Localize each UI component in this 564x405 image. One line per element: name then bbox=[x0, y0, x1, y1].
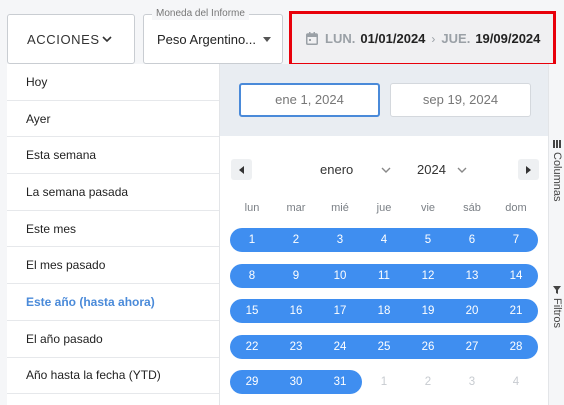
chevron-down-icon bbox=[102, 36, 112, 43]
calendar-day[interactable]: 7 bbox=[494, 228, 538, 252]
calendar-day[interactable]: 16 bbox=[274, 299, 318, 323]
range-end-dow: JUE. bbox=[441, 31, 471, 46]
range-start-date: 01/01/2024 bbox=[360, 31, 426, 46]
calendar-day[interactable]: 19 bbox=[406, 299, 450, 323]
caret-right-icon bbox=[526, 165, 531, 174]
calendar-day[interactable]: 27 bbox=[450, 335, 494, 359]
weekday-label: lun bbox=[244, 202, 260, 214]
actions-label: ACCIONES bbox=[27, 31, 100, 47]
calendar-panel: ene 1, 2024 sep 19, 2024 enero 2024 lun m… bbox=[220, 64, 548, 405]
calendar-day[interactable]: 29 bbox=[230, 370, 274, 394]
caret-down-icon bbox=[263, 37, 271, 42]
calendar-day[interactable]: 28 bbox=[494, 335, 538, 359]
range-separator-icon: › bbox=[431, 31, 436, 46]
chevron-down-icon bbox=[381, 167, 391, 173]
range-end-date: 19/09/2024 bbox=[475, 31, 541, 46]
calendar-day[interactable]: 6 bbox=[450, 228, 494, 252]
calendar-day[interactable]: 9 bbox=[274, 264, 318, 288]
calendar-day[interactable]: 24 bbox=[318, 335, 362, 359]
date-inputs-area: ene 1, 2024 sep 19, 2024 bbox=[220, 64, 548, 136]
currency-label: Moneda del Informe bbox=[152, 8, 249, 20]
end-date-input[interactable]: sep 19, 2024 bbox=[390, 83, 531, 117]
preset-item[interactable]: El año pasado bbox=[7, 321, 219, 358]
calendar-day[interactable]: 26 bbox=[406, 335, 450, 359]
preset-item[interactable]: Ayer bbox=[7, 101, 219, 138]
filter-icon bbox=[553, 286, 561, 294]
calendar-day[interactable]: 8 bbox=[230, 264, 274, 288]
year-value: 2024 bbox=[417, 162, 446, 177]
date-range-button[interactable]: LUN. 01/01/2024 › JUE. 19/09/2024 bbox=[289, 11, 556, 66]
calendar-day[interactable]: 25 bbox=[362, 335, 406, 359]
month-select[interactable]: enero bbox=[320, 162, 353, 177]
currency-select[interactable]: Moneda del Informe Peso Argentino... bbox=[143, 8, 283, 64]
calendar-day[interactable]: 2 bbox=[406, 370, 450, 394]
preset-item[interactable]: Hoy bbox=[7, 64, 219, 101]
calendar-day[interactable]: 5 bbox=[406, 228, 450, 252]
preset-item[interactable]: Este mes bbox=[7, 211, 219, 248]
weekday-label: dom bbox=[505, 202, 527, 214]
calendar-day[interactable]: 2 bbox=[274, 228, 318, 252]
range-start-dow: LUN. bbox=[325, 31, 356, 46]
calendar-day[interactable]: 18 bbox=[362, 299, 406, 323]
calendar-day[interactable]: 4 bbox=[494, 370, 538, 394]
calendar-day[interactable]: 10 bbox=[318, 264, 362, 288]
weekday-header: lun mar mié jue vie sáb dom bbox=[230, 202, 538, 216]
calendar-day[interactable]: 30 bbox=[274, 370, 318, 394]
weekday-label: vie bbox=[420, 202, 436, 214]
calendar-day[interactable]: 22 bbox=[230, 335, 274, 359]
calendar-day[interactable]: 1 bbox=[362, 370, 406, 394]
columns-tab[interactable]: Columnas bbox=[551, 152, 563, 202]
weekday-label: mié bbox=[331, 202, 349, 214]
calendar-day[interactable]: 13 bbox=[450, 264, 494, 288]
calendar-day[interactable]: 4 bbox=[362, 228, 406, 252]
calendar-day[interactable]: 21 bbox=[494, 299, 538, 323]
weekday-label: mar bbox=[286, 202, 306, 214]
calendar-day[interactable]: 1 bbox=[230, 228, 274, 252]
calendar-day[interactable]: 23 bbox=[274, 335, 318, 359]
actions-button[interactable]: ACCIONES bbox=[7, 14, 135, 64]
toolbar: ACCIONES Moneda del Informe Peso Argenti… bbox=[0, 0, 564, 68]
weekday-label: sáb bbox=[463, 202, 481, 214]
preset-item[interactable]: Esta semana bbox=[7, 137, 219, 175]
calendar-day[interactable]: 31 bbox=[318, 370, 362, 394]
preset-item[interactable]: La semana pasada bbox=[7, 174, 219, 211]
preset-item[interactable]: Este año (hasta ahora) bbox=[7, 284, 219, 321]
preset-item[interactable]: El mes pasado bbox=[7, 247, 219, 285]
prev-month-button[interactable] bbox=[231, 159, 252, 180]
calendar-day[interactable]: 11 bbox=[362, 264, 406, 288]
calendar-day[interactable]: 15 bbox=[230, 299, 274, 323]
start-date-input[interactable]: ene 1, 2024 bbox=[239, 83, 380, 117]
month-value: enero bbox=[320, 162, 354, 177]
weekday-label: jue bbox=[376, 202, 392, 214]
calendar-day[interactable]: 3 bbox=[450, 370, 494, 394]
chevron-down-icon bbox=[457, 167, 467, 173]
calendar-day[interactable]: 17 bbox=[318, 299, 362, 323]
preset-list: Hoy Ayer Esta semana La semana pasada Es… bbox=[7, 64, 220, 405]
currency-value: Peso Argentino... bbox=[157, 32, 257, 47]
calendar-day[interactable]: 3 bbox=[318, 228, 362, 252]
year-select[interactable]: 2024 bbox=[417, 162, 446, 177]
calendar-day[interactable]: 12 bbox=[406, 264, 450, 288]
side-panel-tabs: Columnas Filtros bbox=[548, 64, 564, 405]
calendar-day[interactable]: 14 bbox=[494, 264, 538, 288]
calendar-icon bbox=[306, 32, 318, 45]
caret-left-icon bbox=[239, 165, 244, 174]
calendar-day[interactable]: 20 bbox=[450, 299, 494, 323]
filters-tab[interactable]: Filtros bbox=[551, 298, 563, 328]
columns-icon bbox=[553, 140, 561, 148]
preset-item[interactable]: Año hasta la fecha (YTD) bbox=[7, 358, 219, 395]
next-month-button[interactable] bbox=[518, 159, 539, 180]
